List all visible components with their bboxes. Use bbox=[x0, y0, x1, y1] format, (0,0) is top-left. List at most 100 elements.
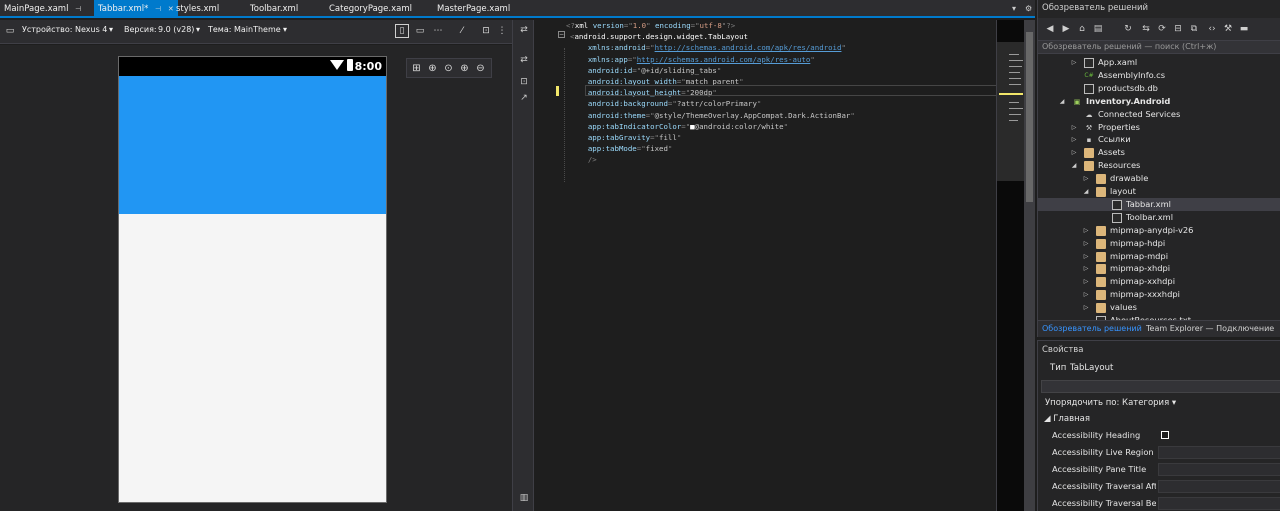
tree-item[interactable]: ▷ values bbox=[1038, 301, 1280, 314]
pending-changes-icon[interactable]: ↻ bbox=[1122, 23, 1134, 35]
tree-item[interactable]: ▷ mipmap-hdpi bbox=[1038, 237, 1280, 250]
tab-solution-explorer[interactable]: Обозреватель решений bbox=[1042, 324, 1142, 333]
chevron-down-icon[interactable]: ▾ bbox=[196, 25, 200, 34]
zoom-fit-icon[interactable]: ⊕ bbox=[426, 62, 439, 75]
property-row[interactable]: Accessibility Pane Title bbox=[1038, 461, 1280, 478]
navigate-icon[interactable]: ↗ bbox=[518, 92, 530, 104]
expanded-arrow-icon[interactable]: ◢ bbox=[1070, 159, 1078, 172]
collapse-icon[interactable]: − bbox=[558, 31, 565, 38]
zoom-out-icon[interactable]: ⊖ bbox=[474, 62, 487, 75]
collapsed-arrow-icon[interactable]: ▷ bbox=[1070, 56, 1078, 69]
refresh-icon[interactable]: ⟳ bbox=[1156, 23, 1168, 35]
tree-item[interactable]: ◢ Resources bbox=[1038, 159, 1280, 172]
brush-icon[interactable]: ⁄ bbox=[456, 25, 468, 37]
property-value-field[interactable] bbox=[1158, 446, 1280, 459]
property-value-field[interactable] bbox=[1158, 480, 1280, 493]
more-icon[interactable]: ⋮ bbox=[496, 25, 508, 37]
tree-item[interactable]: ▷ mipmap-xxxhdpi bbox=[1038, 288, 1280, 301]
expanded-arrow-icon[interactable]: ◢ bbox=[1058, 95, 1066, 108]
property-row[interactable]: Accessibility Live Region bbox=[1038, 444, 1280, 461]
sort-dropdown[interactable]: Упорядочить по: Категория ▾ bbox=[1045, 398, 1176, 408]
collapsed-arrow-icon[interactable]: ▷ bbox=[1082, 250, 1090, 263]
tree-item[interactable]: C# AssemblyInfo.cs bbox=[1038, 69, 1280, 82]
collapsed-arrow-icon[interactable]: ▷ bbox=[1082, 172, 1090, 185]
property-row[interactable]: Accessibility Heading bbox=[1038, 427, 1280, 444]
tab-mainpage-xaml[interactable]: MainPage.xaml ⊣ bbox=[4, 0, 81, 18]
design-surface[interactable]: 8:00 ⊞ ⊕ ⊙ ⊕ ⊖ bbox=[0, 45, 512, 511]
layout-icon[interactable]: ⊡ bbox=[480, 25, 492, 37]
property-row[interactable]: Accessibility Traversal Bef... bbox=[1038, 495, 1280, 511]
property-value-field[interactable] bbox=[1158, 463, 1280, 476]
property-checkbox[interactable] bbox=[1161, 431, 1169, 439]
pin-icon[interactable]: ⊣ bbox=[155, 5, 161, 13]
tab-masterpage-xaml[interactable]: MasterPage.xaml bbox=[437, 0, 510, 18]
split-icon[interactable]: ⋯ bbox=[432, 25, 444, 37]
sync-icon[interactable]: ⊡ bbox=[518, 76, 530, 88]
back-icon[interactable]: ◀ bbox=[1044, 23, 1056, 35]
tree-item[interactable]: ▷ drawable bbox=[1038, 172, 1280, 185]
tab-team-explorer[interactable]: Team Explorer — Подключение bbox=[1146, 324, 1274, 333]
close-icon[interactable]: ✕ bbox=[168, 5, 174, 13]
solution-search-input[interactable]: Обозреватель решений — поиск (Ctrl+ж) bbox=[1038, 40, 1280, 54]
code-line[interactable]: <android.support.design.widget.TabLayout bbox=[570, 31, 748, 42]
tree-item[interactable]: ▷ mipmap-mdpi bbox=[1038, 250, 1280, 263]
chevron-down-icon[interactable]: ▾ bbox=[283, 25, 287, 34]
code-line[interactable]: xmlns:android="http://schemas.android.co… bbox=[570, 42, 846, 53]
tree-item[interactable]: ▷ mipmap-xhdpi bbox=[1038, 262, 1280, 275]
portrait-icon[interactable]: ▯ bbox=[395, 24, 409, 38]
tab-categorypage-xaml[interactable]: CategoryPage.xaml bbox=[329, 0, 412, 18]
settings-icon[interactable]: ⚙ bbox=[1025, 0, 1032, 18]
pin-icon[interactable]: ⊣ bbox=[75, 5, 81, 13]
minimap[interactable] bbox=[996, 20, 1035, 511]
collapsed-arrow-icon[interactable]: ▷ bbox=[1070, 133, 1078, 146]
sync-icon[interactable]: ⇆ bbox=[1140, 23, 1152, 35]
property-row[interactable]: Accessibility Traversal After bbox=[1038, 478, 1280, 495]
swap-icon[interactable]: ⇄ bbox=[518, 24, 530, 36]
collapsed-arrow-icon[interactable]: ▷ bbox=[1082, 262, 1090, 275]
tree-item[interactable]: Toolbar.xml bbox=[1038, 211, 1280, 224]
collapsed-arrow-icon[interactable]: ▷ bbox=[1082, 288, 1090, 301]
theme-select[interactable]: MainTheme bbox=[234, 25, 281, 34]
chevron-down-icon[interactable]: ▾ bbox=[109, 25, 113, 34]
tab-dropdown-icon[interactable]: ▾ bbox=[1012, 0, 1016, 18]
code-line[interactable]: /> bbox=[570, 154, 597, 165]
code-line[interactable]: app:tabGravity="fill" bbox=[570, 132, 681, 143]
tablayout-preview[interactable] bbox=[119, 76, 386, 214]
tree-item[interactable]: ▷ Assets bbox=[1038, 146, 1280, 159]
tree-item[interactable]: ▷ App.xaml bbox=[1038, 56, 1280, 69]
collapsed-arrow-icon[interactable]: ▷ bbox=[1070, 146, 1078, 159]
device-select[interactable]: Nexus 4 bbox=[75, 25, 107, 34]
category-group-main[interactable]: ◢ Главная bbox=[1044, 414, 1090, 424]
tab-tabbar-xml[interactable]: Tabbar.xml* ⊣ ✕ bbox=[94, 0, 178, 18]
vertical-scrollbar[interactable] bbox=[1024, 20, 1035, 511]
expanded-arrow-icon[interactable]: ◢ bbox=[1082, 185, 1090, 198]
tree-item[interactable]: productsdb.db bbox=[1038, 82, 1280, 95]
code-line[interactable]: android:id="@+id/sliding_tabs" bbox=[570, 65, 722, 76]
collapsed-arrow-icon[interactable]: ▷ bbox=[1070, 121, 1078, 134]
code-line[interactable]: app:tabIndicatorColor="■@android:color/w… bbox=[570, 121, 788, 132]
tree-item[interactable]: ▷ ⚒ Properties bbox=[1038, 121, 1280, 134]
collapsed-arrow-icon[interactable]: ▷ bbox=[1082, 237, 1090, 250]
version-select[interactable]: 9.0 (v28) bbox=[158, 25, 194, 34]
collapsed-arrow-icon[interactable]: ▷ bbox=[1082, 301, 1090, 314]
scrollbar-thumb[interactable] bbox=[1026, 32, 1033, 202]
show-all-icon[interactable]: ⧉ bbox=[1188, 23, 1200, 35]
tree-item[interactable]: ◢ ▣ Inventory.Android bbox=[1038, 95, 1280, 108]
tree-item[interactable]: Tabbar.xml bbox=[1038, 197, 1280, 211]
code-line[interactable]: <?xml version="1.0" encoding="utf-8"?> bbox=[566, 20, 735, 31]
property-value-field[interactable] bbox=[1158, 497, 1280, 510]
code-line[interactable]: xmlns:app="http://schemas.android.com/ap… bbox=[570, 54, 815, 65]
code-icon[interactable]: ‹› bbox=[1206, 23, 1218, 35]
tree-item[interactable]: ▷ ▪ Ссылки bbox=[1038, 133, 1280, 146]
zoom-actual-icon[interactable]: ⊙ bbox=[442, 62, 455, 75]
code-line[interactable]: android:theme="@style/ThemeOverlay.AppCo… bbox=[570, 110, 855, 121]
collapsed-arrow-icon[interactable]: ▷ bbox=[1082, 224, 1090, 237]
tab-toolbar-xml[interactable]: Toolbar.xml bbox=[250, 0, 298, 18]
swap-panes-icon[interactable]: ⇄ bbox=[518, 54, 530, 66]
tree-item[interactable]: ▷ mipmap-xxhdpi bbox=[1038, 275, 1280, 288]
zoom-in-icon[interactable]: ⊕ bbox=[458, 62, 471, 75]
collapsed-arrow-icon[interactable]: ▷ bbox=[1082, 275, 1090, 288]
collapse-all-icon[interactable]: ⊟ bbox=[1172, 23, 1184, 35]
tab-styles-xml[interactable]: styles.xml bbox=[176, 0, 219, 18]
tree-item[interactable]: ☁ Connected Services bbox=[1038, 108, 1280, 121]
